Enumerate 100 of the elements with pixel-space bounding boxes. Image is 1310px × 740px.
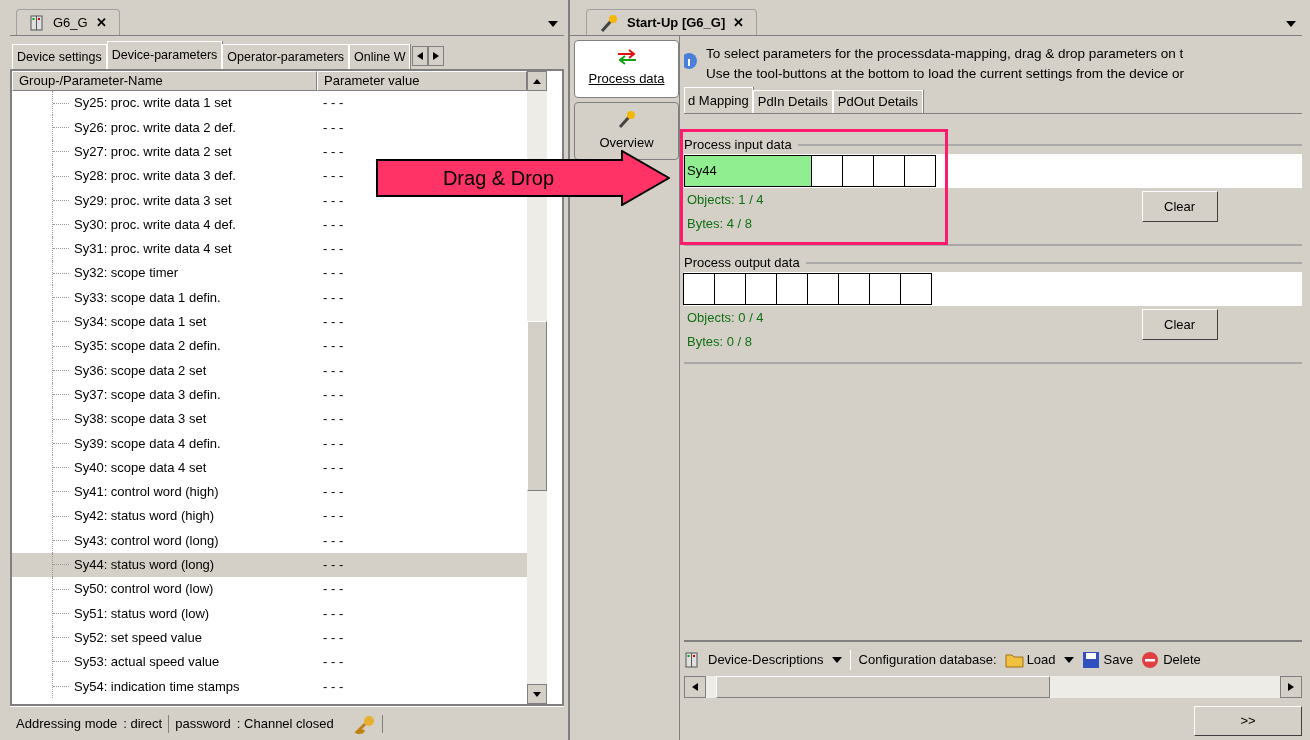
parameter-name[interactable]: Sy33: scope data 1 defin. <box>74 287 221 308</box>
delete-icon <box>1141 651 1160 669</box>
dropdown-caret-icon[interactable] <box>831 657 842 663</box>
parameter-value: - - - <box>322 556 345 575</box>
scroll-left-button[interactable] <box>684 676 706 698</box>
parameter-name[interactable]: Sy51: status word (low) <box>74 603 210 624</box>
parameter-name[interactable]: Sy37: scope data 3 defin. <box>74 384 221 405</box>
objects-count: Objects: 0 / 4 <box>686 309 765 328</box>
parameter-value: - - - <box>322 531 345 550</box>
toolbar-label: Configuration database: <box>858 651 997 670</box>
scroll-down-button[interactable] <box>527 684 547 704</box>
clear-button[interactable]: Clear <box>1141 309 1218 340</box>
parameter-value: - - - <box>322 240 345 259</box>
parameter-value: - - - <box>322 458 345 477</box>
right-arrow-icon <box>433 52 440 60</box>
bytes-count: Bytes: 0 / 8 <box>686 333 754 352</box>
status-text: password <box>175 714 231 733</box>
dropdown-caret-icon[interactable] <box>548 21 558 27</box>
tab[interactable]: Device-parameters <box>106 41 223 69</box>
tab[interactable]: Operator-parameters <box>222 44 350 69</box>
toolbar-label[interactable]: Device-Descriptions <box>708 650 824 670</box>
delete-button[interactable]: Delete <box>1163 650 1201 670</box>
folder-icon <box>1004 652 1025 668</box>
parameter-name[interactable]: Sy42: status word (high) <box>74 506 215 526</box>
parameter-name[interactable]: Sy43: control word (long) <box>74 530 219 551</box>
parameter-name[interactable]: Sy36: scope data 2 set <box>74 360 207 381</box>
device-icon <box>684 652 700 668</box>
parameter-value: - - - <box>322 118 345 137</box>
scroll-thumb[interactable] <box>716 676 1050 698</box>
parameter-value: - - - <box>322 580 345 599</box>
parameter-name[interactable]: Sy41: control word (high) <box>74 482 219 502</box>
scroll-right-button[interactable] <box>1280 676 1302 698</box>
parameter-value: - - - <box>322 653 345 672</box>
document-tab[interactable]: G6_G ✕ <box>16 9 120 35</box>
parameter-name[interactable]: Sy52: set speed value <box>74 627 202 648</box>
parameter-name[interactable]: Sy39: scope data 4 defin. <box>74 433 221 454</box>
parameter-value: - - - <box>322 313 345 332</box>
parameter-name[interactable]: Sy32: scope timer <box>74 263 179 283</box>
parameter-name[interactable]: Sy27: proc. write data 2 set <box>74 142 232 162</box>
status-text: Addressing mode <box>16 714 118 733</box>
scroll-right-button[interactable] <box>428 46 445 66</box>
dropdown-caret-icon[interactable] <box>1286 21 1296 27</box>
parameter-name[interactable]: Sy25: proc. write data 1 set <box>74 93 232 113</box>
tab[interactable]: Online W <box>349 44 411 69</box>
down-arrow-icon <box>533 691 541 697</box>
sidebar-item[interactable]: Overview <box>574 102 679 160</box>
mapped-slot[interactable]: Sy44 <box>684 155 812 187</box>
objects-count: Objects: 1 / 4 <box>686 191 765 210</box>
save-button[interactable]: Save <box>1103 650 1134 670</box>
parameter-value: - - - <box>322 434 345 453</box>
scroll-left-button[interactable] <box>412 46 429 66</box>
parameter-value: - - - <box>322 361 345 380</box>
parameter-name[interactable]: Sy29: proc. write data 3 set <box>74 190 232 211</box>
info-icon <box>684 52 698 70</box>
parameter-name[interactable]: Sy31: proc. write data 4 set <box>74 239 232 259</box>
dropdown-caret-icon[interactable] <box>1063 657 1074 663</box>
parameter-value: - - - <box>322 483 345 502</box>
parameter-value: - - - <box>322 167 345 186</box>
tab[interactable]: PdOut Details <box>832 90 923 113</box>
load-button[interactable]: Load <box>1026 650 1056 670</box>
parameter-name[interactable]: Sy28: proc. write data 3 def. <box>74 166 236 186</box>
parameter-name[interactable]: Sy26: proc. write data 2 def. <box>74 117 236 138</box>
right-arrow-icon <box>1288 683 1294 691</box>
tab[interactable]: d Mapping <box>684 87 753 113</box>
parameter-value: - - - <box>322 410 345 429</box>
tab[interactable]: PdIn Details <box>752 90 833 113</box>
clear-button[interactable]: Clear <box>1141 191 1218 222</box>
parameter-value: - - - <box>322 288 345 307</box>
parameter-name[interactable]: Sy38: scope data 3 set <box>74 409 207 429</box>
wand-icon <box>599 12 619 33</box>
horizontal-scrollbar[interactable] <box>684 676 1302 698</box>
row-highlight[interactable]: Sy44: status word (long) - - - <box>12 552 527 577</box>
parameter-name[interactable]: Sy30: proc. write data 4 def. <box>74 214 236 235</box>
left-arrow-icon <box>417 52 424 60</box>
parameter-value: - - - <box>322 191 345 210</box>
tab[interactable]: Device settings <box>12 44 107 69</box>
parameter-name[interactable]: Sy54: indication time stamps <box>74 676 240 696</box>
parameter-value: - - - <box>322 143 345 161</box>
scroll-up-button[interactable] <box>527 71 547 91</box>
sidebar-item[interactable]: Process data <box>574 40 679 98</box>
parameter-value: - - - <box>322 628 345 647</box>
close-icon[interactable]: ✕ <box>95 12 107 33</box>
document-tab[interactable]: Start-Up [G6_G] ✕ <box>586 9 758 35</box>
group-title: Process output data <box>684 254 801 273</box>
parameter-name[interactable]: Sy35: scope data 2 defin. <box>74 336 221 356</box>
scroll-thumb[interactable] <box>527 321 547 491</box>
close-icon[interactable]: ✕ <box>733 12 745 33</box>
parameter-value: - - - <box>322 385 345 404</box>
up-arrow-icon <box>533 78 541 84</box>
column-header[interactable]: Group-/Parameter-Name <box>12 71 317 91</box>
parameter-name[interactable]: Sy40: scope data 4 set <box>74 457 207 478</box>
tab-title: G6_G <box>53 13 88 32</box>
save-icon <box>1081 651 1100 669</box>
parameter-name[interactable]: Sy34: scope data 1 set <box>74 312 207 332</box>
parameter-name[interactable]: Sy53: actual speed value <box>74 652 220 672</box>
parameter-value: - - - <box>322 604 345 623</box>
column-header[interactable]: Parameter value <box>317 71 527 91</box>
parameter-name[interactable]: Sy50: control word (low) <box>74 579 214 599</box>
parameter-value: - - - <box>322 94 345 113</box>
next-button[interactable]: >> <box>1194 706 1302 736</box>
